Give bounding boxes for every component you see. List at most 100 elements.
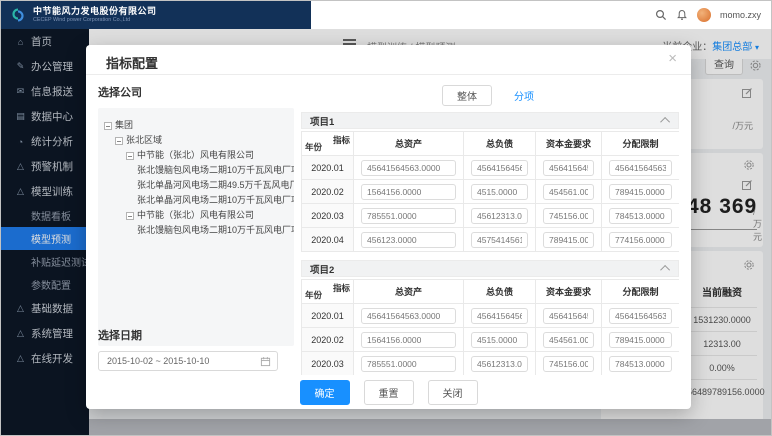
- value-cell: [601, 227, 679, 252]
- metric-input[interactable]: [361, 331, 456, 348]
- tree-node[interactable]: 中节能（张北）风电有限公司: [104, 208, 288, 223]
- metric-input[interactable]: [543, 183, 594, 200]
- close-button[interactable]: 关闭: [427, 379, 478, 405]
- metric-input[interactable]: [361, 183, 456, 200]
- metric-input[interactable]: [471, 331, 528, 348]
- value-cell: [601, 351, 679, 375]
- metric-input[interactable]: [361, 231, 456, 248]
- value-cell: [353, 203, 464, 228]
- tree-node-label: 张北单晶河风电场二期49.5万千瓦风电厂项目: [137, 180, 294, 190]
- value-cell: [601, 179, 679, 204]
- year-cell: 2020.01: [301, 303, 354, 328]
- username[interactable]: momo.zxy: [720, 10, 761, 20]
- metrics-table: 指标年份总资产总负债资本金要求分配限制2020.012020.022020.03: [301, 279, 679, 375]
- header-icons: momo.zxy: [655, 1, 761, 29]
- value-cell: [463, 203, 536, 228]
- value-cell: [535, 203, 602, 228]
- metric-input[interactable]: [609, 159, 672, 176]
- value-cell: [601, 327, 679, 352]
- column-header: 资本金要求: [535, 279, 602, 304]
- metric-input[interactable]: [609, 231, 672, 248]
- column-header: 资本金要求: [535, 131, 602, 156]
- logo-band: 中节能风力发电股份有限公司 CECEP Wind power Corporati…: [1, 1, 311, 29]
- metric-input[interactable]: [471, 231, 528, 248]
- chevron-up-icon[interactable]: [660, 116, 671, 127]
- logo-text: 中节能风力发电股份有限公司 CECEP Wind power Corporati…: [33, 5, 157, 23]
- value-cell: [535, 351, 602, 375]
- metric-input[interactable]: [471, 159, 528, 176]
- notification-bell-icon[interactable]: [676, 9, 688, 21]
- section-header-项目1[interactable]: 项目1: [301, 112, 679, 129]
- value-cell: [463, 303, 536, 328]
- company-tree: 集团 张北区域 中节能（张北）风电有限公司 张北馒脑包风电场二期10万千瓦风电厂项目张…: [98, 108, 294, 346]
- metric-input[interactable]: [543, 331, 594, 348]
- metric-input[interactable]: [543, 307, 594, 324]
- tree-node[interactable]: 张北馒脑包风电场二期10万千瓦风电厂项目: [104, 163, 294, 178]
- metric-input[interactable]: [543, 159, 594, 176]
- tree-expander-icon[interactable]: [126, 151, 134, 160]
- tree-expander-icon[interactable]: [115, 136, 123, 145]
- close-icon[interactable]: ×: [668, 50, 677, 67]
- metric-input[interactable]: [543, 355, 594, 372]
- value-cell: [353, 303, 464, 328]
- metric-input[interactable]: [609, 331, 672, 348]
- metric-input[interactable]: [471, 183, 528, 200]
- tree-node[interactable]: 张北单晶河风电场二期49.5万千瓦风电厂项目: [104, 178, 294, 193]
- tree-node-label: 集团: [115, 120, 134, 130]
- section-header-项目2[interactable]: 项目2: [301, 260, 679, 277]
- metric-input[interactable]: [609, 355, 672, 372]
- column-header: 总资产: [353, 131, 464, 156]
- value-cell: [601, 203, 679, 228]
- year-cell: 2020.02: [301, 179, 354, 204]
- user-avatar[interactable]: [696, 8, 711, 22]
- value-cell: [353, 227, 464, 252]
- chevron-up-icon[interactable]: [660, 264, 671, 275]
- tree-node[interactable]: 中节能（张北）风电有限公司: [104, 148, 288, 163]
- modal-body: 选择公司 集团 张北区域 中节能（张北）风电有限公司 张北馒脑包风电场二期10万千瓦风…: [86, 76, 691, 375]
- tree-node-label: 中节能（张北）风电有限公司: [137, 210, 255, 220]
- calendar-icon[interactable]: [260, 356, 271, 367]
- tree-node-label: 张北单晶河风电场二期10万千瓦风电厂项目: [137, 195, 294, 205]
- metric-input[interactable]: [609, 183, 672, 200]
- metric-input[interactable]: [361, 307, 456, 324]
- corner-header-cell: 指标 年份: [301, 279, 354, 304]
- metric-input[interactable]: [609, 307, 672, 324]
- tree-node[interactable]: 张北馒脑包风电场二期10万千瓦风电厂项目: [104, 223, 294, 238]
- column-header: 分配限制: [601, 131, 679, 156]
- year-cell: 2020.04: [301, 227, 354, 252]
- tree-node[interactable]: 集团: [104, 118, 288, 133]
- search-icon[interactable]: [655, 9, 667, 21]
- metric-input[interactable]: [543, 207, 594, 224]
- metric-input[interactable]: [471, 207, 528, 224]
- tab-分项[interactable]: 分项: [510, 86, 538, 105]
- confirm-button[interactable]: 确定: [299, 379, 350, 405]
- tree-node[interactable]: 张北区域: [104, 133, 288, 148]
- metric-input[interactable]: [361, 159, 456, 176]
- table-row: 2020.02: [301, 179, 679, 204]
- value-cell: [353, 327, 464, 352]
- value-cell: [601, 155, 679, 180]
- date-range-input[interactable]: 2015-10-02 ~ 2015-10-10: [98, 351, 278, 371]
- modal-footer: 确定 重置 关闭: [86, 375, 691, 409]
- tree-node[interactable]: 张北单晶河风电场二期10万千瓦风电厂项目: [104, 193, 294, 208]
- indicator-config-modal: 指标配置 × 选择公司 集团 张北区域 中节能（张北）风电有限公司 张北馒脑包风电场二…: [86, 45, 691, 409]
- value-cell: [353, 155, 464, 180]
- tree-expander-icon[interactable]: [104, 121, 112, 130]
- metric-input[interactable]: [471, 307, 528, 324]
- tree-node-label: 张北馒脑包风电场二期10万千瓦风电厂项目: [137, 165, 294, 175]
- corner-header-cell: 指标 年份: [301, 131, 354, 156]
- tree-expander-icon[interactable]: [126, 211, 134, 220]
- metric-input[interactable]: [361, 207, 456, 224]
- corner-top-label: 指标: [332, 135, 350, 145]
- reset-button[interactable]: 重置: [363, 379, 414, 405]
- company-name: 中节能风力发电股份有限公司: [33, 5, 157, 16]
- metric-input[interactable]: [361, 355, 456, 372]
- table-row: 2020.03: [301, 351, 679, 375]
- metric-input[interactable]: [609, 207, 672, 224]
- tab-整体[interactable]: 整体: [442, 84, 492, 106]
- value-cell: [463, 351, 536, 375]
- metrics-table: 指标年份总资产总负债资本金要求分配限制2020.012020.022020.03…: [301, 131, 679, 252]
- value-cell: [535, 155, 602, 180]
- metric-input[interactable]: [471, 355, 528, 372]
- metric-input[interactable]: [543, 231, 594, 248]
